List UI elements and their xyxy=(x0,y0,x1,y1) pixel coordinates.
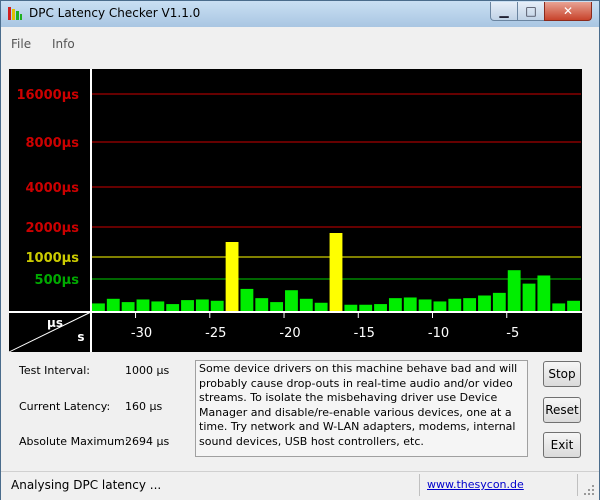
status-separator xyxy=(419,474,420,496)
latency-bar xyxy=(210,300,224,312)
current-latency-value: 160 µs xyxy=(125,400,163,413)
x-tick-label: -30 xyxy=(131,326,152,341)
latency-bar xyxy=(522,283,536,312)
title-bar[interactable]: DPC Latency Checker V1.1.0 ▁ □ ✕ xyxy=(1,1,599,27)
close-icon: ✕ xyxy=(562,4,574,18)
latency-bar xyxy=(374,304,387,312)
latency-bar xyxy=(463,298,477,312)
latency-bar xyxy=(448,298,462,312)
latency-bar xyxy=(225,242,239,312)
latency-bar xyxy=(552,303,566,312)
y-tick-label: 2000µs xyxy=(26,221,80,236)
latency-bar xyxy=(285,290,298,312)
latency-bar xyxy=(492,292,506,312)
y-tick-label: 16000µs xyxy=(16,88,79,103)
latency-bar xyxy=(478,295,491,312)
x-tick-label: -20 xyxy=(279,326,300,341)
latency-bar xyxy=(151,301,165,312)
latency-bar xyxy=(403,297,417,312)
latency-bar xyxy=(136,299,150,312)
x-tick-label: -5 xyxy=(506,326,519,341)
latency-chart: 16000µs 8000µs 4000µs 2000µs 1000µs 500µs µss… xyxy=(9,69,582,352)
description-text: Some device drivers on this machine beha… xyxy=(195,360,528,457)
website-link[interactable]: www.thesycon.de xyxy=(427,478,524,491)
y-tick-label: 8000µs xyxy=(26,136,80,151)
current-latency-label: Current Latency: xyxy=(19,400,111,413)
latency-bar xyxy=(388,298,402,312)
latency-bar xyxy=(433,301,447,312)
latency-bar xyxy=(329,233,343,312)
menu-file[interactable]: File xyxy=(11,37,31,51)
y-tick-label: 1000µs xyxy=(26,251,80,266)
y-tick-label: 4000µs xyxy=(26,181,80,196)
status-text: Analysing DPC latency ... xyxy=(11,478,162,492)
latency-bar xyxy=(240,288,254,312)
reset-button[interactable]: Reset xyxy=(543,397,581,423)
x-tick-label: -25 xyxy=(205,326,226,341)
latency-bar xyxy=(181,300,194,312)
test-interval-value: 1000 µs xyxy=(125,364,170,377)
latency-bar xyxy=(359,304,373,312)
absolute-maximum-value: 2694 µs xyxy=(125,435,170,448)
test-interval-label: Test Interval: xyxy=(19,364,90,377)
latency-bar xyxy=(166,304,180,312)
absolute-maximum-label: Absolute Maximum: xyxy=(19,435,129,448)
x-unit-label: s xyxy=(77,330,84,344)
latency-bar xyxy=(270,302,284,312)
latency-bar xyxy=(121,302,135,312)
latency-bar xyxy=(92,303,105,312)
close-button[interactable]: ✕ xyxy=(544,2,592,21)
app-icon xyxy=(8,7,22,20)
y-unit-label: µs xyxy=(47,316,63,330)
resize-grip-icon[interactable] xyxy=(583,484,595,496)
latency-bar xyxy=(314,302,328,312)
x-tick-label: -15 xyxy=(354,326,375,341)
latency-bar xyxy=(344,304,358,312)
latency-bar xyxy=(195,299,209,312)
maximize-button[interactable]: □ xyxy=(517,2,545,21)
menu-bar: File Info xyxy=(1,27,599,59)
x-tick-label: -10 xyxy=(428,326,449,341)
exit-button[interactable]: Exit xyxy=(543,432,581,458)
window-title: DPC Latency Checker V1.1.0 xyxy=(29,6,201,20)
maximize-icon: □ xyxy=(525,4,537,18)
latency-bar xyxy=(507,270,521,312)
minimize-button[interactable]: ▁ xyxy=(490,2,518,21)
latency-bar xyxy=(418,299,432,312)
latency-bar xyxy=(567,300,580,312)
status-separator xyxy=(577,474,578,496)
latency-bar xyxy=(255,298,269,312)
y-tick-label: 500µs xyxy=(35,273,80,288)
latency-bar xyxy=(299,298,313,312)
status-bar: Analysing DPC latency ... www.thesycon.d… xyxy=(1,471,599,500)
menu-info[interactable]: Info xyxy=(52,37,75,51)
latency-bar xyxy=(106,298,120,312)
stop-button[interactable]: Stop xyxy=(543,361,581,387)
minimize-icon: ▁ xyxy=(499,4,509,18)
app-window: DPC Latency Checker V1.1.0 ▁ □ ✕ File In… xyxy=(0,0,600,500)
latency-bar xyxy=(537,275,551,312)
